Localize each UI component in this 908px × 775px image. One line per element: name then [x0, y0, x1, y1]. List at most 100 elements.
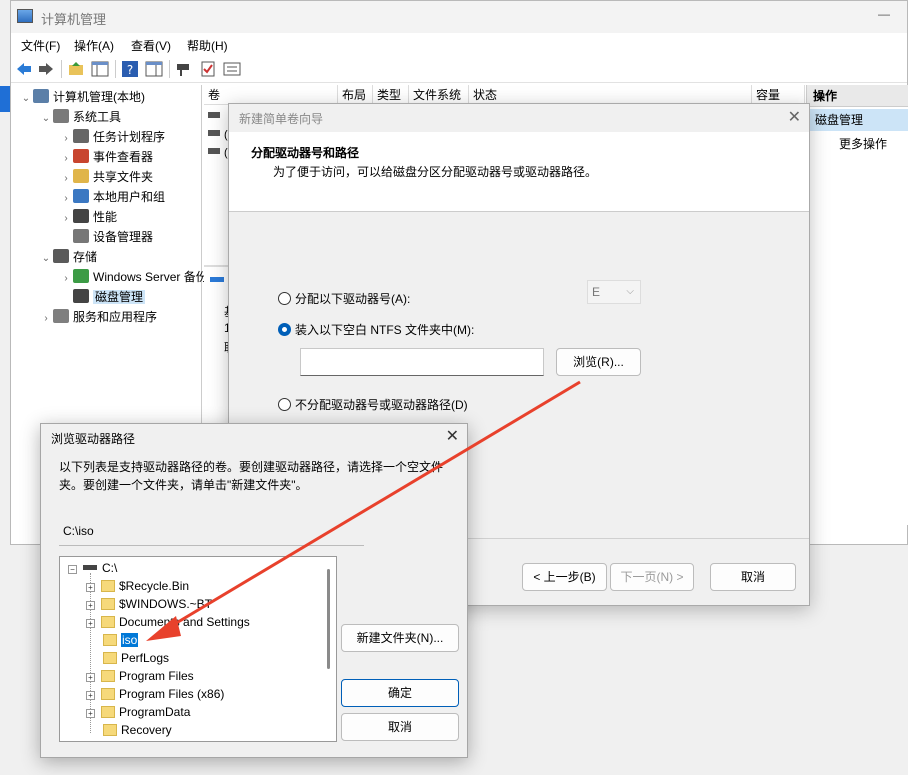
properties-pane-icon[interactable] [145, 60, 163, 78]
chevron-down-icon[interactable]: ⌄ [39, 249, 53, 269]
folder-path-input[interactable] [300, 348, 544, 376]
tree-root-drive[interactable]: − C:\ [68, 559, 117, 577]
tree-item[interactable]: › 共享文件夹 [59, 167, 153, 187]
radio-mount-folder[interactable]: 装入以下空白 NTFS 文件夹中(M): [278, 321, 474, 338]
close-icon[interactable]: ✕ [446, 426, 459, 446]
menu-file[interactable]: 文件(F) [21, 37, 60, 54]
volume-row[interactable]: ( [208, 129, 228, 141]
tree-item[interactable]: 磁盘管理 [59, 287, 146, 307]
list-view-icon[interactable] [223, 60, 241, 78]
radio-icon [278, 292, 291, 305]
tree-item[interactable]: 设备管理器 [59, 227, 153, 247]
column-type[interactable]: 类型 [373, 85, 409, 105]
drive-icon [208, 130, 220, 136]
wizard-header: 分配驱动器号和路径 为了便于访问，可以给磁盘分区分配驱动器号或驱动器路径。 [229, 132, 809, 212]
volume-row[interactable] [208, 111, 224, 123]
tree-item-label: 计算机管理(本地) [53, 90, 145, 104]
next-button[interactable]: 下一页(N) > [610, 563, 694, 591]
folder-name: Program Files [119, 669, 194, 683]
tree-item[interactable]: › 性能 [59, 207, 117, 227]
tree-item-label: 性能 [93, 210, 118, 224]
folder-item[interactable]: + Program Files (x86) [86, 685, 224, 703]
tree-item[interactable]: › 服务和应用程序 [39, 307, 157, 327]
menu-view[interactable]: 查看(V) [131, 37, 171, 54]
radio-mount-folder-label: 装入以下空白 NTFS 文件夹中(M): [295, 323, 475, 337]
svg-text:?: ? [127, 63, 133, 77]
column-volume[interactable]: 卷 [204, 85, 338, 105]
tree-item[interactable]: ⌄ 系统工具 [39, 107, 121, 127]
chevron-right-icon[interactable]: › [59, 149, 73, 169]
folder-icon [101, 580, 115, 592]
expand-icon[interactable]: + [86, 583, 95, 592]
expand-icon[interactable]: + [86, 709, 95, 718]
drive-letter-select[interactable]: E ⌵ [587, 280, 641, 304]
tree-item[interactable]: › 任务计划程序 [59, 127, 165, 147]
tree-item-label: 共享文件夹 [93, 170, 154, 184]
chevron-right-icon[interactable]: › [59, 129, 73, 149]
radio-no-letter[interactable]: 不分配驱动器号或驱动器路径(D) [278, 396, 468, 413]
chevron-right-icon[interactable]: › [59, 209, 73, 229]
browse-cancel-button[interactable]: 取消 [341, 713, 459, 741]
folder-item[interactable]: + $WINDOWS.~BT [86, 595, 212, 613]
tree-item-label: 服务和应用程序 [73, 310, 158, 324]
folder-item[interactable]: + Documents and Settings [86, 613, 250, 631]
folder-item[interactable]: iso [86, 631, 139, 649]
forward-arrow-icon[interactable] [37, 60, 55, 78]
show-hide-tree-icon[interactable] [91, 60, 109, 78]
tree-item[interactable]: › Windows Server 备份 [59, 267, 208, 287]
tree-item-label: 磁盘管理 [93, 290, 146, 304]
tree-node-icon [33, 89, 49, 103]
radio-assign-letter-label: 分配以下驱动器号(A): [295, 292, 411, 306]
minimize-button[interactable]: — [875, 7, 893, 25]
chevron-down-icon: ⌵ [626, 286, 634, 297]
checklist-icon[interactable] [199, 60, 217, 78]
close-icon[interactable]: ✕ [788, 107, 801, 127]
column-status[interactable]: 状态 [469, 85, 752, 105]
expand-icon[interactable]: + [86, 601, 95, 610]
action-more-actions[interactable]: 更多操作 [839, 135, 887, 152]
chevron-right-icon[interactable]: › [59, 189, 73, 209]
column-capacity[interactable]: 容量 [752, 85, 805, 105]
browse-button[interactable]: 浏览(R)... [556, 348, 641, 376]
tree-scrollbar[interactable] [327, 569, 330, 669]
folder-item[interactable]: PerfLogs [86, 649, 169, 667]
folder-tree[interactable]: − C:\ + $Recycle.Bin + $WINDOWS.~BT + Document… [59, 556, 337, 742]
menu-help[interactable]: 帮助(H) [187, 37, 228, 54]
tree-node-icon [53, 249, 69, 263]
tree-item[interactable]: › 事件查看器 [59, 147, 153, 167]
wizard-cancel-button[interactable]: 取消 [710, 563, 796, 591]
chevron-right-icon[interactable]: › [59, 169, 73, 189]
up-folder-icon[interactable] [67, 60, 85, 78]
expand-icon[interactable]: + [86, 619, 95, 628]
action-disk-management[interactable]: 磁盘管理 [807, 109, 908, 131]
chevron-down-icon[interactable]: ⌄ [39, 109, 53, 129]
chevron-right-icon[interactable]: › [59, 269, 73, 289]
chevron-right-icon[interactable]: › [39, 309, 53, 329]
folder-item[interactable]: + Program Files [86, 667, 194, 685]
tree-node-icon [73, 229, 89, 243]
back-button[interactable]: < 上一步(B) [522, 563, 607, 591]
drive-icon [83, 565, 97, 570]
column-filesystem[interactable]: 文件系统 [409, 85, 469, 105]
expand-icon[interactable]: + [86, 673, 95, 682]
ok-button[interactable]: 确定 [341, 679, 459, 707]
connect-icon[interactable] [175, 60, 193, 78]
new-folder-button[interactable]: 新建文件夹(N)... [341, 624, 459, 652]
tree-item[interactable]: ⌄ 存储 [39, 247, 97, 267]
chevron-down-icon[interactable]: ⌄ [19, 89, 33, 109]
tree-item[interactable]: ⌄ 计算机管理(本地) [19, 87, 145, 107]
volume-row[interactable]: ( [208, 147, 228, 159]
column-layout[interactable]: 布局 [338, 85, 373, 105]
radio-assign-letter[interactable]: 分配以下驱动器号(A): [278, 290, 410, 307]
back-arrow-icon[interactable] [15, 60, 33, 78]
expand-icon[interactable]: + [86, 691, 95, 700]
folder-name: Recovery [121, 723, 172, 737]
menu-action[interactable]: 操作(A) [74, 37, 114, 54]
folder-item[interactable]: + $Recycle.Bin [86, 577, 189, 595]
tree-node-icon [73, 289, 89, 303]
help-icon[interactable]: ? [121, 60, 139, 78]
tree-item-label: 存储 [73, 250, 98, 264]
tree-item[interactable]: › 本地用户和组 [59, 187, 165, 207]
folder-item[interactable]: Recovery [86, 721, 172, 739]
folder-item[interactable]: + ProgramData [86, 703, 190, 721]
